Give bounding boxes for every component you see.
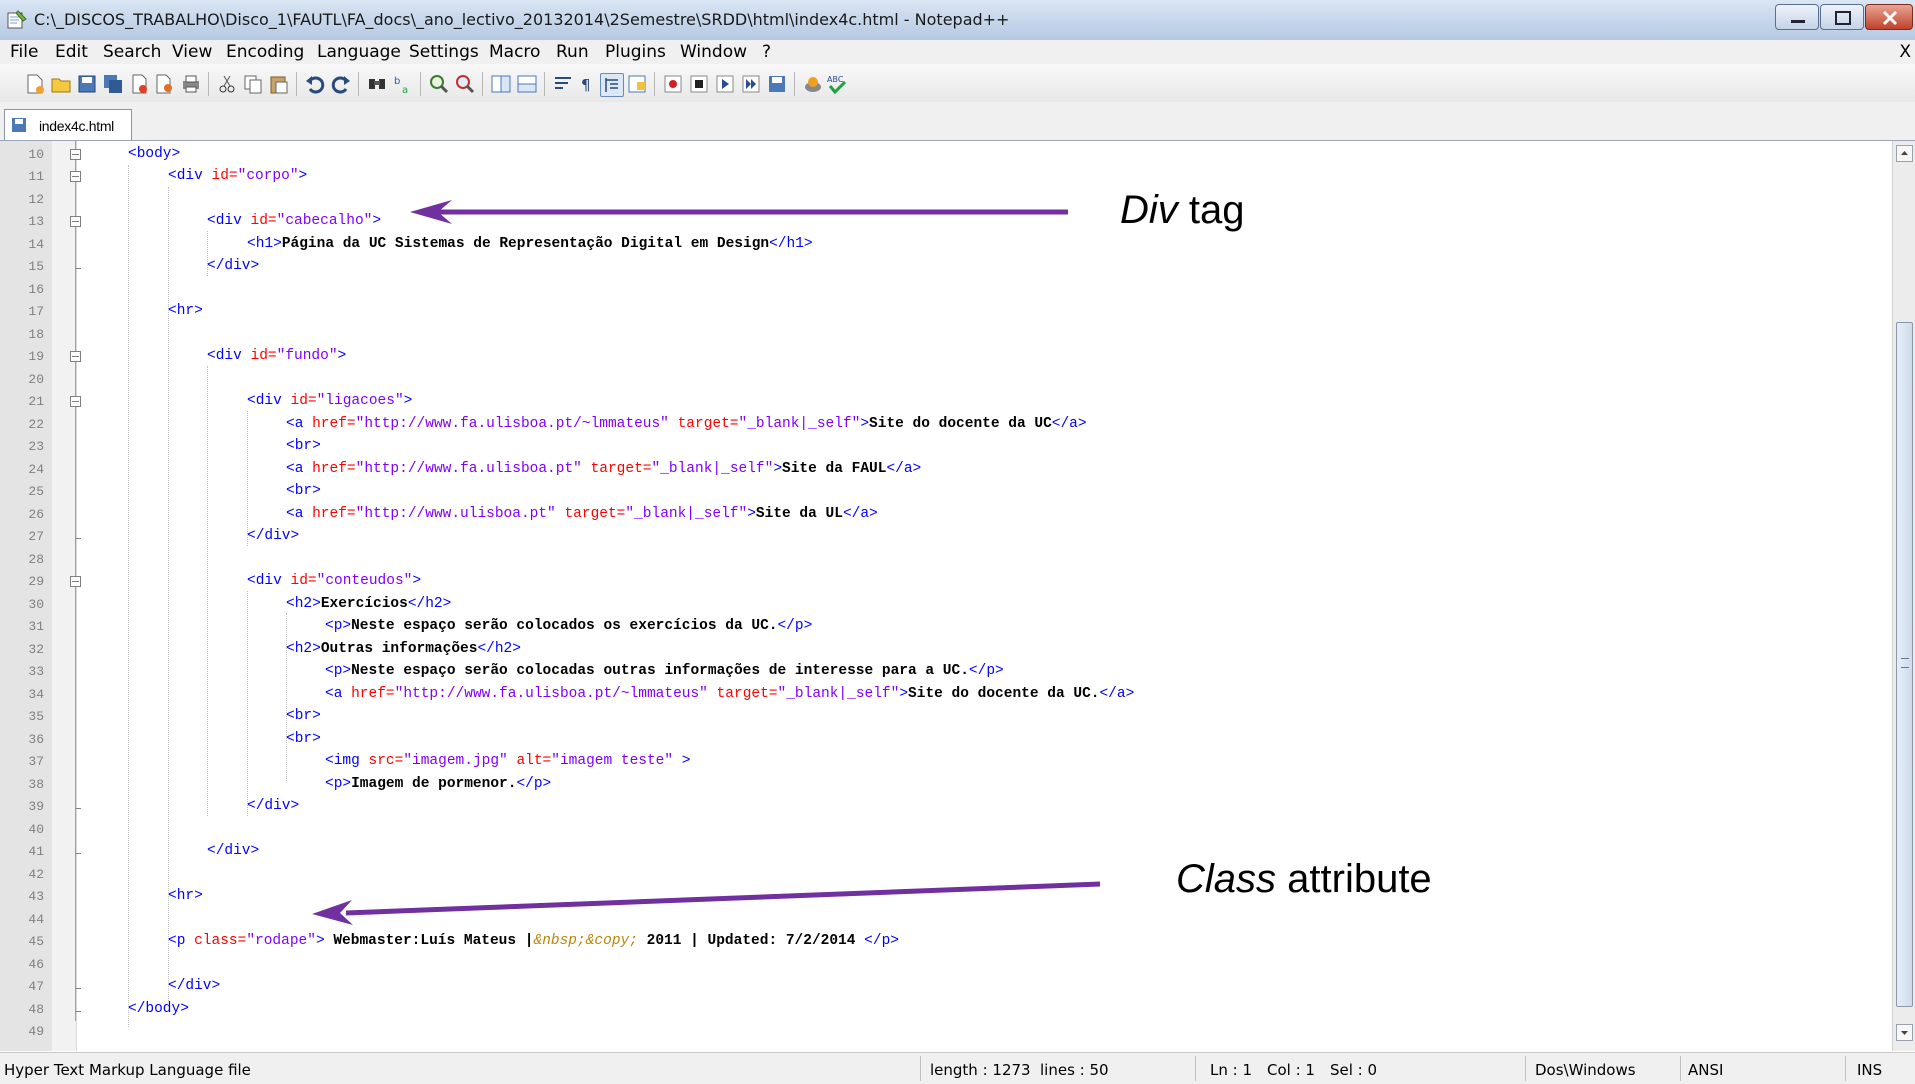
status-separator	[920, 1056, 921, 1081]
doc-map-icon[interactable]	[626, 73, 648, 95]
annotation-italic: Class	[1176, 857, 1277, 901]
sync-h-icon[interactable]	[516, 73, 538, 95]
status-file-type: Hyper Text Markup Language file	[4, 1061, 251, 1079]
cut-icon[interactable]	[216, 73, 238, 95]
svg-text:b: b	[394, 76, 400, 87]
menu-run[interactable]: Run	[556, 42, 589, 62]
svg-text:¶: ¶	[581, 76, 591, 94]
toolbar: ba ¶ ABC	[0, 64, 1915, 103]
toolbar-separator	[358, 72, 359, 96]
sync-v-icon[interactable]	[490, 73, 512, 95]
menu-window[interactable]: Window	[680, 42, 747, 62]
toolbar-separator	[208, 72, 209, 96]
scrollbar-thumb[interactable]	[1896, 322, 1913, 1007]
menu-bar: File Edit Search View Encoding Language …	[0, 40, 1915, 65]
menu-help[interactable]: ?	[762, 42, 771, 62]
annotation-text: tag	[1177, 188, 1245, 232]
word-wrap-icon[interactable]	[552, 73, 574, 95]
status-col: Col : 1	[1267, 1061, 1315, 1079]
annotation-layer	[312, 200, 1101, 925]
close-icon[interactable]	[128, 73, 150, 95]
toolbar-separator	[482, 72, 483, 96]
tab-label: index4c.html	[39, 118, 114, 134]
find-icon[interactable]	[366, 73, 388, 95]
toolbar-separator	[544, 72, 545, 96]
show-all-chars-icon[interactable]: ¶	[576, 73, 598, 95]
menu-file[interactable]: File	[10, 42, 38, 62]
status-lines: lines : 50	[1040, 1061, 1109, 1079]
spellcheck-icon[interactable]: ABC	[826, 73, 848, 95]
svg-text:a: a	[402, 85, 408, 95]
chevron-up-icon	[1901, 151, 1908, 155]
close-document-button[interactable]: X	[1899, 42, 1911, 62]
div-tag-annotation: Div tag	[1120, 188, 1245, 233]
status-insert-mode: INS	[1857, 1061, 1883, 1079]
class-attribute-annotation: Class attribute	[1176, 857, 1432, 902]
minimize-button[interactable]	[1775, 4, 1819, 30]
toolbar-separator	[296, 72, 297, 96]
redo-icon[interactable]	[330, 73, 352, 95]
annotation-italic: Div	[1120, 188, 1178, 232]
save-all-icon[interactable]	[102, 73, 124, 95]
scroll-up-button[interactable]	[1896, 145, 1913, 162]
class-attr-arrow-line	[345, 881, 1101, 916]
code-editor[interactable]: 10 11 12 13 14 15 16 17 18 19 20 21 22 2…	[0, 141, 1892, 1051]
status-encoding: ANSI	[1688, 1061, 1724, 1079]
menu-language[interactable]: Language	[317, 42, 401, 62]
svg-text:ABC: ABC	[827, 75, 844, 84]
copy-icon[interactable]	[242, 73, 264, 95]
undo-icon[interactable]	[304, 73, 326, 95]
status-length: length : 1273	[930, 1061, 1031, 1079]
status-eol: Dos\Windows	[1535, 1061, 1636, 1079]
close-window-button[interactable]	[1865, 4, 1913, 30]
notepad-plus-plus-icon	[7, 10, 27, 29]
play-macro-icon[interactable]	[714, 73, 736, 95]
menu-plugins[interactable]: Plugins	[605, 42, 666, 62]
toolbar-separator	[654, 72, 655, 96]
annotation-text: attribute	[1276, 857, 1432, 901]
status-sel: Sel : 0	[1330, 1061, 1378, 1079]
menu-edit[interactable]: Edit	[55, 42, 88, 62]
grip-icon	[1901, 658, 1909, 668]
tab-index4c[interactable]: index4c.html	[4, 109, 132, 140]
print-icon[interactable]	[180, 73, 202, 95]
status-separator	[1845, 1056, 1846, 1081]
status-separator	[1525, 1056, 1526, 1081]
save-macro-icon[interactable]	[766, 73, 788, 95]
toolbar-separator	[794, 72, 795, 96]
record-macro-icon[interactable]	[662, 73, 684, 95]
launch-browser-icon[interactable]	[802, 73, 824, 95]
title-bar: C:\_DISCOS_TRABALHO\Disco_1\FAUTL\FA_doc…	[0, 0, 1915, 41]
chevron-down-icon	[1901, 1031, 1908, 1035]
window-title: C:\_DISCOS_TRABALHO\Disco_1\FAUTL\FA_doc…	[34, 10, 1010, 29]
saved-file-icon	[12, 118, 26, 132]
toolbar-separator	[420, 72, 421, 96]
scroll-down-button[interactable]	[1896, 1024, 1913, 1041]
vertical-scrollbar[interactable]	[1892, 141, 1915, 1051]
menu-encoding[interactable]: Encoding	[226, 42, 304, 62]
new-file-icon[interactable]	[24, 73, 46, 95]
status-separator	[1680, 1056, 1681, 1081]
menu-search[interactable]: Search	[103, 42, 161, 62]
paste-icon[interactable]	[268, 73, 290, 95]
run-macro-multiple-icon[interactable]	[740, 73, 762, 95]
maximize-button[interactable]	[1820, 4, 1864, 30]
tab-bar: index4c.html	[0, 102, 1915, 141]
indent-guide-icon[interactable]	[600, 73, 624, 97]
menu-settings[interactable]: Settings	[409, 42, 479, 62]
stop-macro-icon[interactable]	[688, 73, 710, 95]
status-bar: Hyper Text Markup Language file length :…	[0, 1052, 1915, 1084]
menu-macro[interactable]: Macro	[489, 42, 540, 62]
close-all-icon[interactable]	[154, 73, 176, 95]
status-ln: Ln : 1	[1210, 1061, 1252, 1079]
zoom-out-icon[interactable]	[454, 73, 476, 95]
save-icon[interactable]	[76, 73, 98, 95]
zoom-in-icon[interactable]	[428, 73, 450, 95]
status-separator	[1195, 1056, 1196, 1081]
replace-icon[interactable]: ba	[392, 73, 414, 95]
open-file-icon[interactable]	[50, 73, 72, 95]
menu-view[interactable]: View	[172, 42, 212, 62]
